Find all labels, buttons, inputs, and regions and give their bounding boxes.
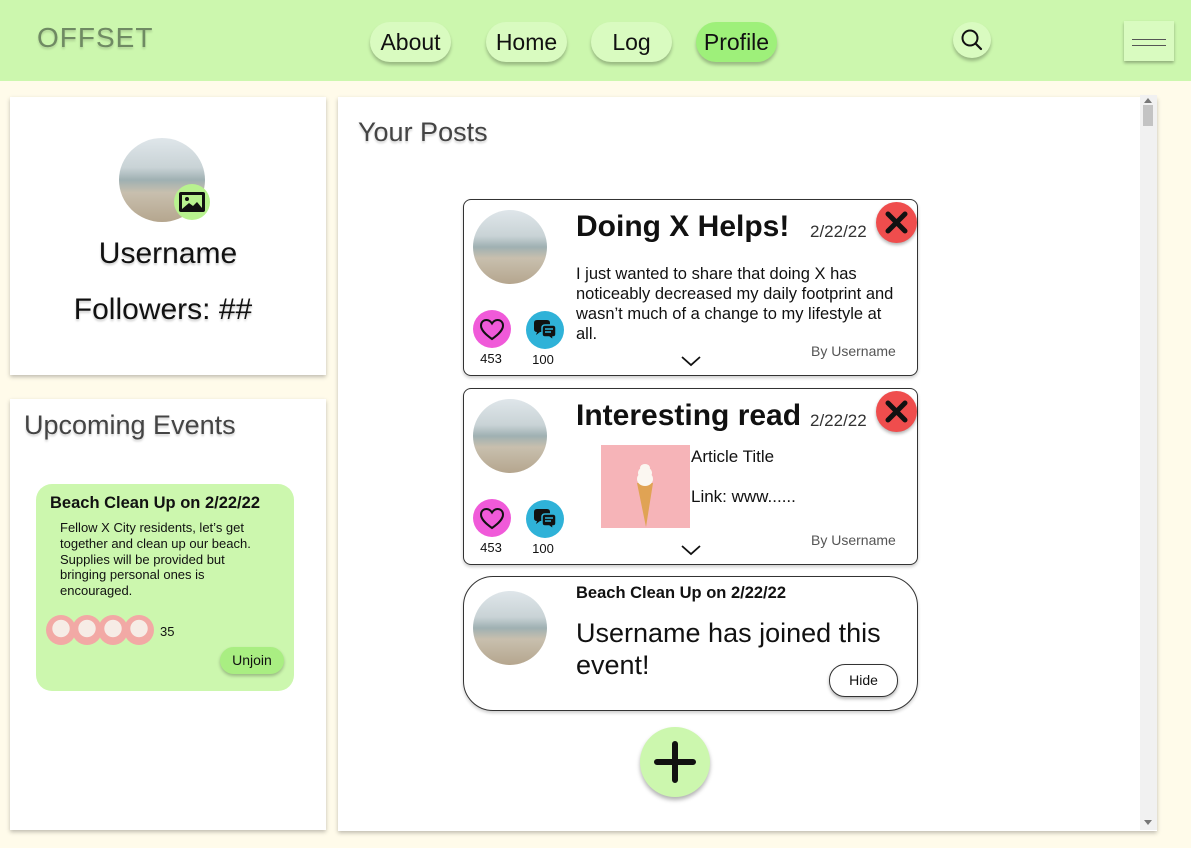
nav-log[interactable]: Log: [591, 22, 672, 62]
post-card[interactable]: Doing X Helps! 2/22/22 I just wanted to …: [463, 199, 918, 376]
close-icon: [885, 400, 908, 423]
plus-icon: [654, 741, 696, 783]
like-button[interactable]: [473, 499, 511, 537]
profile-followers: Followers: ##: [73, 293, 253, 326]
add-post-button[interactable]: [640, 727, 710, 797]
post-card[interactable]: Interesting read 2/22/22 Article Title L…: [463, 388, 918, 565]
search-icon: [961, 29, 983, 51]
comments-icon: [534, 509, 557, 531]
delete-post-button[interactable]: [876, 202, 917, 243]
post-avatar: [473, 399, 547, 473]
post-body: I just wanted to share that doing X has …: [576, 265, 894, 343]
heart-icon: [479, 318, 505, 341]
app-logo[interactable]: OFFSET: [37, 22, 153, 54]
scrollbar[interactable]: [1140, 95, 1157, 830]
post-title: Interesting read: [576, 399, 802, 432]
event-activity-card[interactable]: Beach Clean Up on 2/22/22 Username has j…: [463, 576, 918, 711]
comment-button[interactable]: [526, 311, 564, 349]
post-byline: By Username: [811, 532, 896, 548]
post-date: 2/22/22: [810, 411, 867, 430]
like-button[interactable]: [473, 310, 511, 348]
nav-home[interactable]: Home: [486, 22, 567, 62]
event-activity-title: Beach Clean Up on 2/22/22: [576, 584, 786, 602]
upcoming-events-title: Upcoming Events: [24, 410, 236, 440]
attendee-avatar: [124, 615, 154, 645]
post-title: Doing X Helps!: [576, 210, 790, 243]
like-count: 453: [480, 540, 502, 555]
ice-cream-image: [637, 464, 653, 527]
top-nav-bar: OFFSET About Home Log Profile: [0, 0, 1191, 81]
post-date: 2/22/22: [810, 222, 867, 241]
profile-username: Username: [98, 237, 238, 270]
article-title[interactable]: Article Title: [691, 447, 774, 467]
chevron-down-icon[interactable]: [680, 544, 702, 556]
post-avatar: [473, 210, 547, 284]
chevron-down-icon[interactable]: [680, 355, 702, 367]
attendee-count: 35: [160, 624, 175, 639]
comment-count: 100: [532, 352, 554, 367]
article-link[interactable]: Link: www......: [691, 487, 796, 507]
like-count: 453: [480, 351, 502, 366]
comments-icon: [534, 320, 557, 342]
post-byline: By Username: [811, 343, 896, 359]
event-card[interactable]: Beach Clean Up on 2/22/22 Fellow X City …: [36, 484, 294, 691]
hamburger-menu-button[interactable]: [1124, 21, 1174, 61]
close-icon: [885, 211, 908, 234]
menu-icon-line: [1132, 45, 1166, 46]
nav-about[interactable]: About: [370, 22, 451, 62]
scroll-up-icon[interactable]: [1144, 98, 1152, 103]
article-image[interactable]: [601, 445, 690, 528]
change-photo-button[interactable]: [174, 184, 210, 220]
search-button[interactable]: [953, 22, 991, 58]
scroll-down-icon[interactable]: [1144, 820, 1152, 825]
post-avatar: [473, 591, 547, 665]
event-description: Fellow X City residents, let’s get toget…: [60, 520, 251, 599]
menu-icon-line: [1132, 39, 1166, 40]
nav-profile[interactable]: Profile: [696, 22, 777, 62]
image-icon: [179, 192, 205, 212]
your-posts-title: Your Posts: [358, 117, 488, 147]
hide-button[interactable]: Hide: [829, 664, 898, 697]
scrollbar-thumb[interactable]: [1143, 105, 1153, 126]
delete-post-button[interactable]: [876, 391, 917, 432]
heart-icon: [479, 507, 505, 530]
unjoin-button[interactable]: Unjoin: [220, 647, 284, 674]
comment-count: 100: [532, 541, 554, 556]
event-title: Beach Clean Up on 2/22/22: [50, 494, 260, 512]
comment-button[interactable]: [526, 500, 564, 538]
